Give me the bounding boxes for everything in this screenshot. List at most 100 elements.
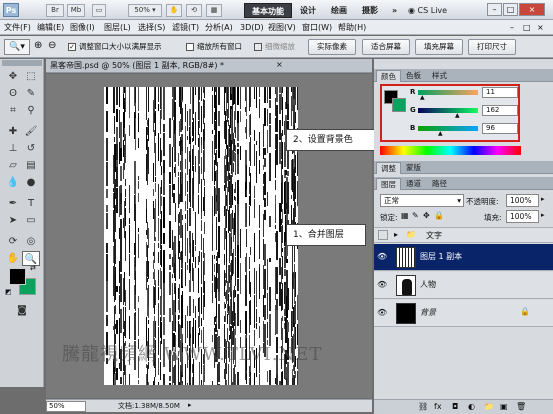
maximize-button[interactable]: □ bbox=[503, 3, 518, 16]
doc-close-button[interactable]: × bbox=[537, 22, 544, 33]
3d-orbit-tool-icon[interactable]: ◎ bbox=[22, 234, 40, 249]
status-zoom-field[interactable]: 50% bbox=[46, 401, 86, 412]
new-layer-icon[interactable]: ▣ bbox=[500, 402, 508, 411]
hand-tool-button[interactable]: ✋ bbox=[166, 4, 182, 17]
red-slider-thumb[interactable]: ▲ bbox=[420, 94, 425, 101]
link-layers-icon[interactable]: ⛓ bbox=[418, 402, 428, 411]
eye-icon[interactable]: 👁 bbox=[377, 308, 387, 318]
workspace-design-button[interactable]: 设计 bbox=[300, 4, 316, 17]
tab-masks[interactable]: 蒙版 bbox=[402, 162, 425, 174]
print-size-button[interactable]: 打印尺寸 bbox=[468, 39, 516, 55]
doc-minimize-button[interactable]: – bbox=[510, 22, 514, 33]
menu-window[interactable]: 窗口(W) bbox=[302, 22, 332, 33]
zoom-in-icon[interactable]: ⊕ bbox=[34, 40, 42, 51]
zoom-out-icon[interactable]: ⊖ bbox=[48, 40, 56, 51]
scrubby-zoom-checkbox[interactable] bbox=[254, 43, 262, 51]
dodge-tool-icon[interactable]: ● bbox=[22, 175, 40, 190]
menu-3d[interactable]: 3D(D) bbox=[240, 22, 264, 33]
cs-live-button[interactable]: ◉ CS Live bbox=[408, 4, 447, 17]
lock-pixels-icon[interactable]: ✎ bbox=[412, 211, 419, 220]
foreground-color-swatch-fill[interactable] bbox=[9, 268, 26, 285]
clone-stamp-tool-icon[interactable]: ⊥ bbox=[4, 141, 22, 156]
menu-layer[interactable]: 图层(L) bbox=[104, 22, 131, 33]
layer-row-background[interactable]: 👁 背景 🔒 bbox=[374, 300, 553, 327]
minimize-button[interactable]: – bbox=[487, 3, 502, 16]
eye-icon[interactable]: 👁 bbox=[377, 252, 387, 262]
fill-field[interactable]: 100% bbox=[506, 210, 539, 223]
mini-bridge-button[interactable]: Mb bbox=[67, 4, 85, 17]
blur-tool-icon[interactable]: 💧 bbox=[4, 175, 22, 190]
blue-slider-thumb[interactable]: ▲ bbox=[438, 130, 443, 137]
adjustment-layer-icon[interactable]: ◐ bbox=[468, 402, 475, 411]
color-spectrum-bar[interactable] bbox=[380, 146, 521, 155]
lock-all-icon[interactable]: 🔒 bbox=[434, 211, 444, 220]
arrange-documents-button[interactable]: ▦ bbox=[206, 4, 222, 17]
red-slider[interactable] bbox=[418, 90, 478, 95]
move-tool-icon[interactable]: ✥ bbox=[4, 69, 22, 84]
menu-file[interactable]: 文件(F) bbox=[4, 22, 31, 33]
layer-group-row[interactable]: ▸ 📁 文字 bbox=[374, 227, 553, 243]
path-select-tool-icon[interactable]: ➤ bbox=[4, 213, 22, 228]
menu-help[interactable]: 帮助(H) bbox=[338, 22, 366, 33]
actual-pixels-button[interactable]: 实际像素 bbox=[308, 39, 356, 55]
status-menu-arrow-icon[interactable]: ▸ bbox=[188, 401, 192, 409]
toolbox-grip[interactable] bbox=[2, 60, 42, 66]
menu-analysis[interactable]: 分析(A) bbox=[205, 22, 233, 33]
layer-name[interactable]: 人物 bbox=[420, 279, 436, 291]
3d-rotate-tool-icon[interactable]: ⟳ bbox=[4, 234, 22, 249]
blue-slider[interactable] bbox=[418, 126, 478, 131]
close-button[interactable]: × bbox=[519, 3, 545, 16]
eraser-tool-icon[interactable]: ▱ bbox=[4, 158, 22, 173]
shape-tool-icon[interactable]: ▭ bbox=[22, 213, 40, 228]
color-panel-background[interactable] bbox=[392, 98, 406, 112]
layer-row[interactable]: 👁 人物 bbox=[374, 272, 553, 299]
eyedropper-tool-icon[interactable]: ⚲ bbox=[22, 103, 40, 118]
swap-colors-icon[interactable]: ⇄ bbox=[30, 264, 36, 272]
document-tab[interactable]: 黑客帝国.psd @ 50% (图层 1 副本, RGB/8#) * × bbox=[46, 59, 372, 73]
menu-filter[interactable]: 滤镜(T) bbox=[172, 22, 199, 33]
pen-tool-icon[interactable]: ✒ bbox=[4, 196, 22, 211]
visibility-toggle[interactable] bbox=[378, 230, 388, 240]
opacity-field[interactable]: 100% bbox=[506, 194, 539, 207]
quick-select-tool-icon[interactable]: ✎ bbox=[22, 86, 40, 101]
quick-mask-icon[interactable]: ◙ bbox=[13, 303, 31, 318]
blue-value-field[interactable]: 96 bbox=[482, 123, 518, 134]
new-group-icon[interactable]: 📁 bbox=[484, 402, 494, 411]
opacity-arrow-icon[interactable]: ▸ bbox=[541, 195, 545, 203]
layer-name[interactable]: 文字 bbox=[426, 230, 442, 242]
crop-tool-icon[interactable]: ⌗ bbox=[4, 103, 22, 118]
layer-name[interactable]: 图层 1 副本 bbox=[420, 251, 462, 263]
history-brush-tool-icon[interactable]: ↺ bbox=[22, 141, 40, 156]
marquee-tool-icon[interactable]: ⬚ bbox=[22, 69, 40, 84]
zoom-level-select[interactable]: 50% ▾ bbox=[128, 4, 162, 17]
tab-channels[interactable]: 通道 bbox=[402, 178, 425, 190]
default-colors-icon[interactable]: ◩ bbox=[5, 288, 12, 296]
fill-screen-button[interactable]: 填充屏幕 bbox=[415, 39, 463, 55]
tab-adjustments[interactable]: 调整 bbox=[376, 162, 401, 174]
tab-layers[interactable]: 图层 bbox=[376, 178, 401, 190]
resize-windows-checkbox[interactable]: ✓ bbox=[68, 43, 76, 51]
tab-color[interactable]: 颜色 bbox=[376, 70, 401, 82]
menu-image[interactable]: 图像(I) bbox=[70, 22, 95, 33]
fit-screen-button[interactable]: 适合屏幕 bbox=[362, 39, 410, 55]
lock-position-icon[interactable]: ✥ bbox=[423, 211, 430, 220]
fill-arrow-icon[interactable]: ▸ bbox=[541, 211, 545, 219]
red-value-field[interactable]: 11 bbox=[482, 87, 518, 98]
workspace-more-button[interactable]: » bbox=[392, 4, 397, 17]
zoom-all-windows-checkbox[interactable] bbox=[186, 43, 194, 51]
bridge-button[interactable]: Br bbox=[46, 4, 64, 17]
tab-swatches[interactable]: 色板 bbox=[402, 70, 425, 82]
rotate-view-button[interactable]: ⟲ bbox=[186, 4, 202, 17]
type-tool-icon[interactable]: T bbox=[22, 196, 40, 211]
tab-paths[interactable]: 路径 bbox=[428, 178, 451, 190]
tab-styles[interactable]: 样式 bbox=[428, 70, 451, 82]
layers-empty-area[interactable] bbox=[374, 328, 553, 398]
menu-view[interactable]: 视图(V) bbox=[268, 22, 296, 33]
lock-transparency-icon[interactable]: ▦ bbox=[401, 211, 409, 220]
eye-icon[interactable]: 👁 bbox=[377, 280, 387, 290]
hand-tool-icon[interactable]: ✋ bbox=[4, 251, 22, 266]
green-slider[interactable] bbox=[418, 108, 478, 113]
lasso-tool-icon[interactable]: ʘ bbox=[4, 86, 22, 101]
menu-select[interactable]: 选择(S) bbox=[138, 22, 165, 33]
doc-restore-button[interactable]: □ bbox=[523, 22, 531, 33]
